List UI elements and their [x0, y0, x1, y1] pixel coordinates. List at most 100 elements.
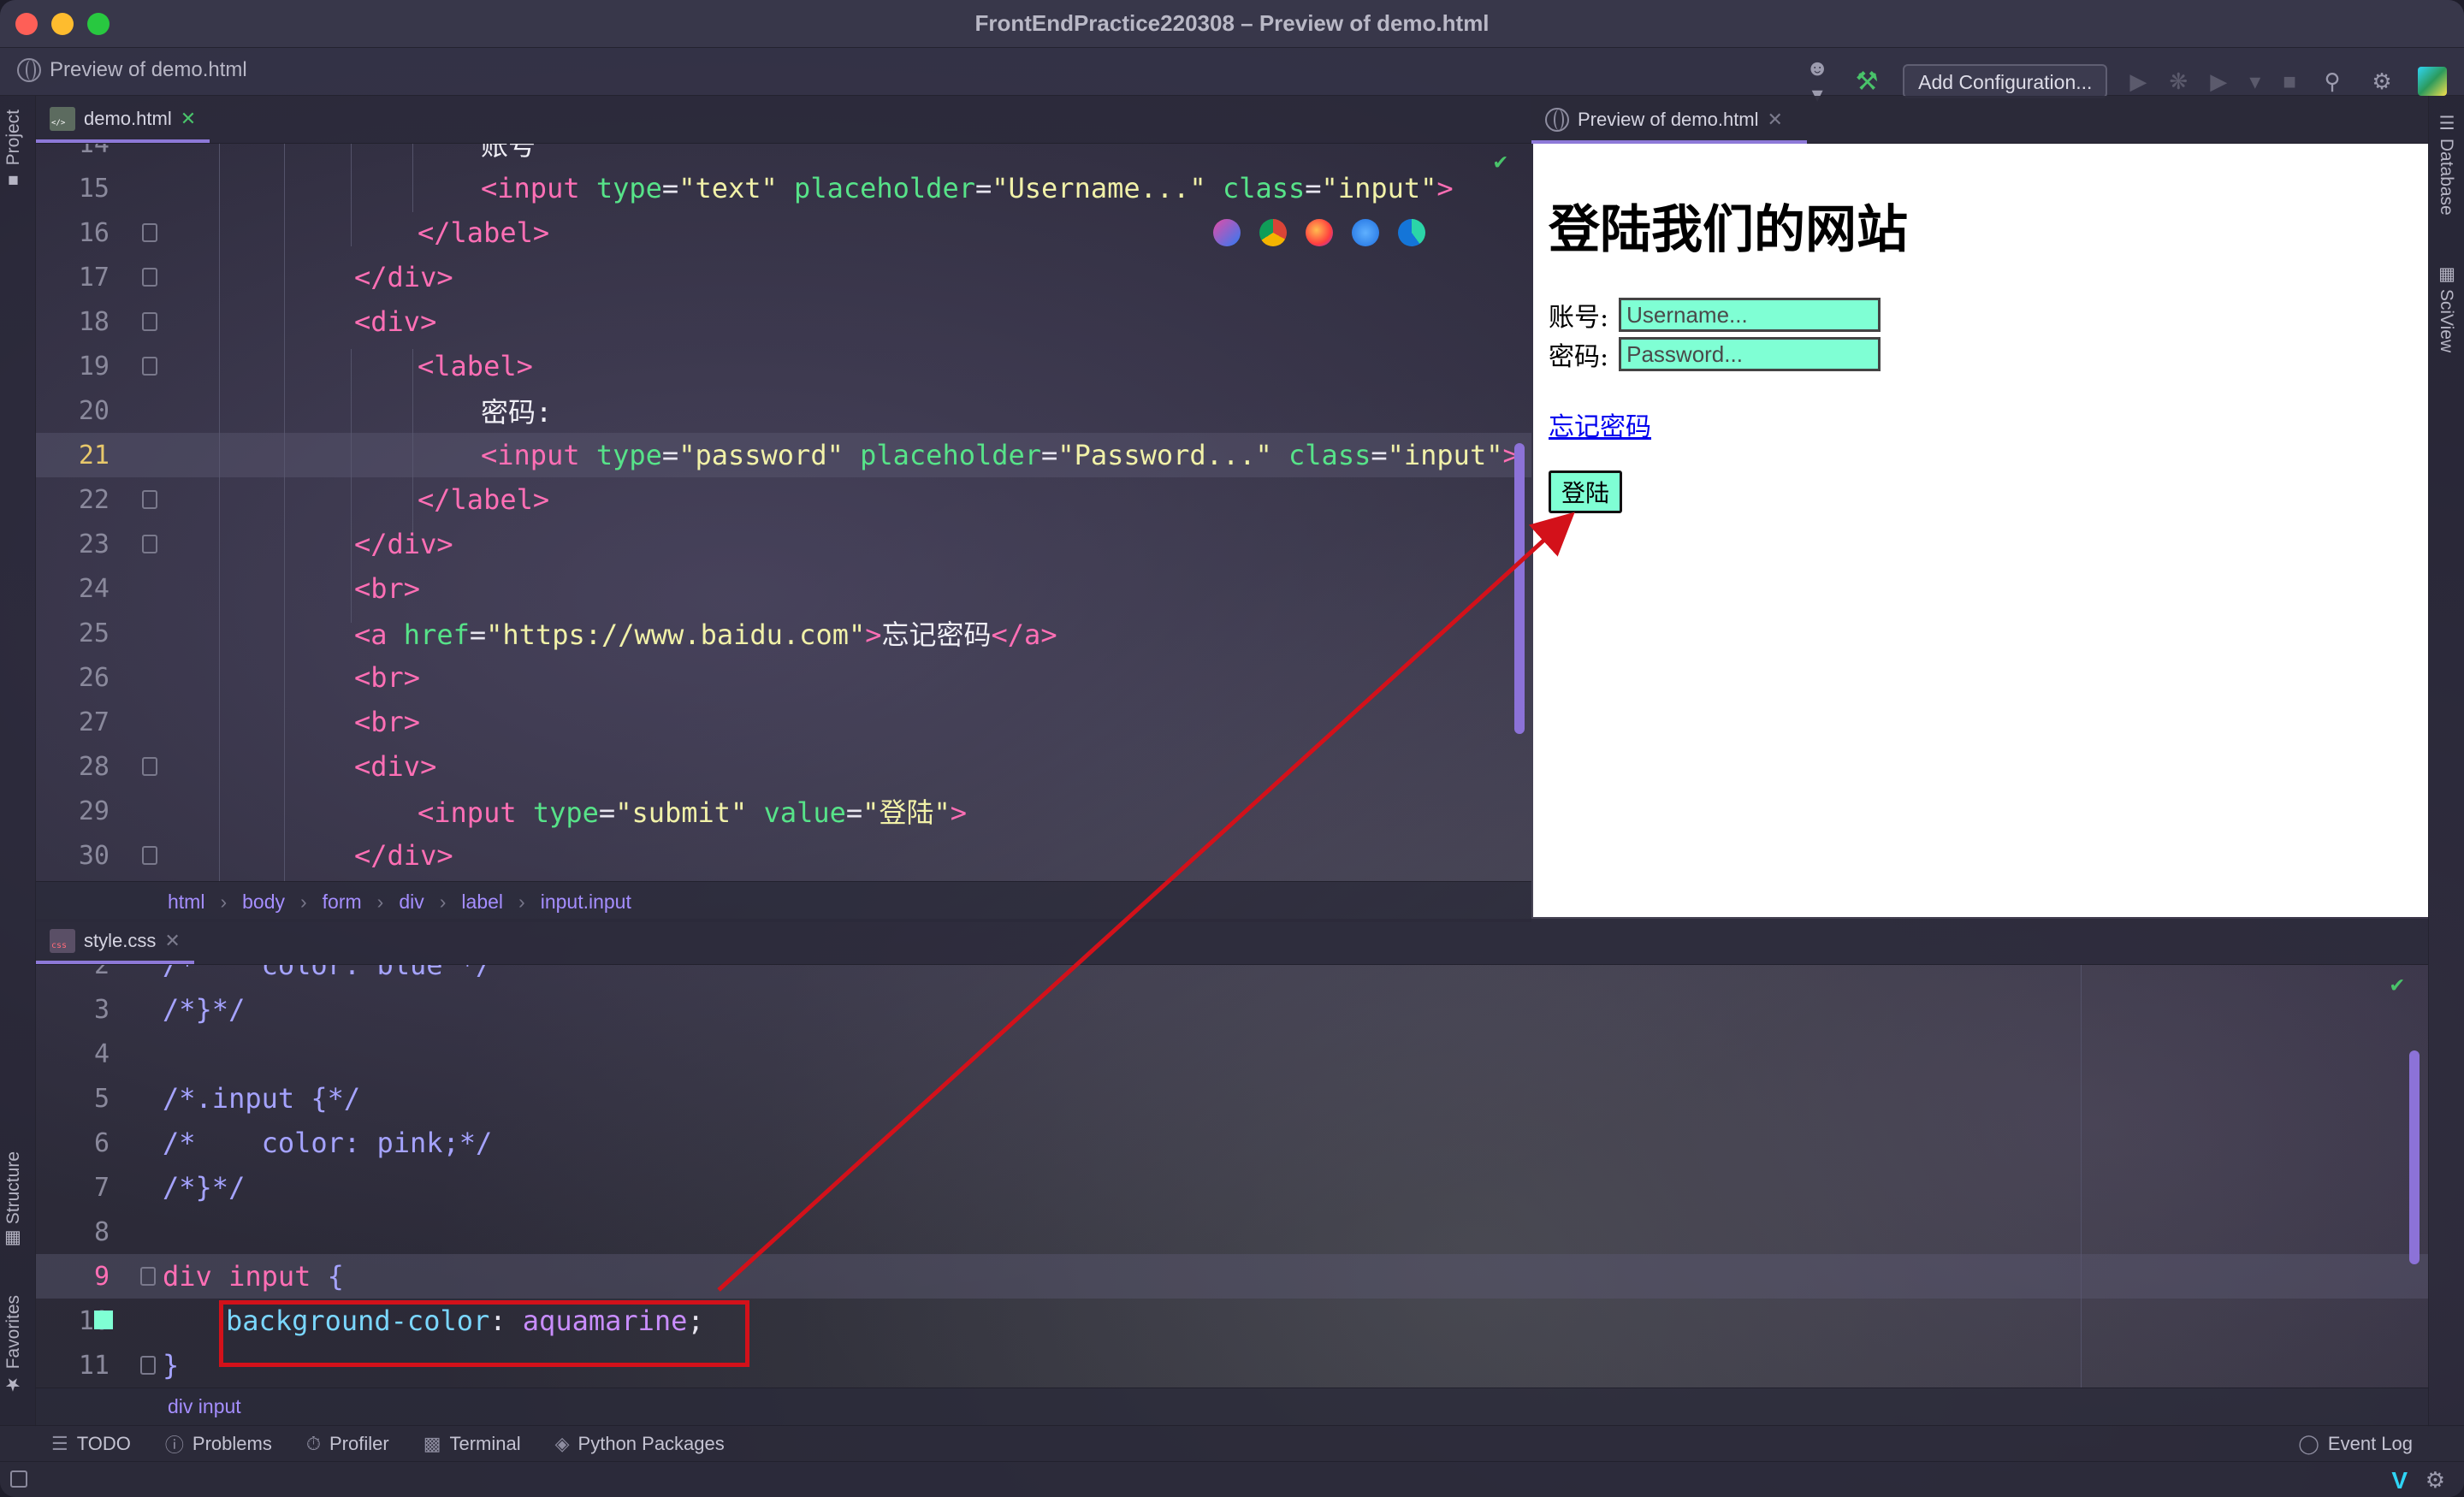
fold-marker-icon[interactable]: [142, 357, 157, 376]
close-tab-icon[interactable]: ✕: [181, 108, 196, 130]
close-window-button[interactable]: [15, 13, 38, 35]
fold-marker-icon[interactable]: [142, 268, 157, 287]
structure-tool-button[interactable]: ▦ Structure: [3, 1151, 24, 1250]
chevron-right-icon: ›: [518, 891, 525, 913]
jetbrains-browser-icon[interactable]: [1213, 219, 1241, 246]
breadcrumb-item[interactable]: input.input: [541, 891, 631, 914]
password-label: 密码:: [1549, 342, 1609, 372]
zoom-window-button[interactable]: [87, 13, 110, 35]
code-text: </label>: [418, 483, 550, 516]
inspection-ok-icon[interactable]: ✔: [1494, 149, 1507, 175]
close-tab-icon[interactable]: ✕: [164, 930, 180, 952]
project-label: Project: [3, 109, 23, 166]
search-icon[interactable]: ⚲: [2319, 68, 2346, 95]
html-editor[interactable]: 14 账号 15 <input type="text" placeholder=…: [36, 144, 1531, 881]
code-text: /*.input {*/: [163, 1082, 361, 1115]
favorites-tool-button[interactable]: ★ Favorites: [3, 1295, 24, 1394]
code-line: 14 账号: [36, 144, 1531, 166]
left-tool-strip: ■ Project ▦ Structure ★ Favorites: [0, 96, 36, 1427]
event-log-button[interactable]: ◯ Event Log: [2298, 1433, 2413, 1455]
more-run-icon[interactable]: ▾: [2249, 68, 2260, 95]
breadcrumb-item[interactable]: div: [399, 891, 424, 914]
breadcrumb-item[interactable]: label: [461, 891, 503, 914]
editor-scrollbar[interactable]: [1514, 443, 1525, 734]
breadcrumb-item[interactable]: body: [242, 891, 285, 914]
layers-icon: ◈: [554, 1432, 570, 1454]
database-icon: ☰: [2437, 113, 2456, 139]
chrome-icon[interactable]: [1259, 219, 1287, 246]
vue-icon[interactable]: V: [2391, 1467, 2408, 1494]
breadcrumb-item[interactable]: form: [323, 891, 362, 914]
css-editor-scrollbar[interactable]: [2409, 1050, 2420, 1264]
hammer-icon[interactable]: ⚒: [1853, 67, 1881, 97]
fold-marker-icon[interactable]: [142, 490, 157, 509]
fold-marker-icon[interactable]: [140, 1356, 156, 1375]
breadcrumb-item[interactable]: div input: [168, 1395, 241, 1418]
stop-icon[interactable]: ■: [2283, 68, 2296, 95]
code-text: </div>: [354, 528, 453, 560]
profiler-label: Profiler: [329, 1432, 389, 1454]
add-configuration-button[interactable]: Add Configuration...: [1903, 64, 2108, 98]
fold-marker-icon[interactable]: [142, 757, 157, 776]
close-tab-icon[interactable]: ✕: [1768, 109, 1783, 131]
problems-label: Problems: [192, 1432, 272, 1454]
python-packages-tool-button[interactable]: ◈ Python Packages: [555, 1433, 725, 1455]
edge-icon[interactable]: [1398, 219, 1425, 246]
color-swatch-icon[interactable]: [94, 1311, 113, 1329]
breadcrumb-item[interactable]: html: [168, 891, 204, 914]
browser-preview-icons: [1213, 219, 1425, 246]
sciview-tool-button[interactable]: ▦ SciView: [2436, 263, 2456, 352]
fold-marker-icon[interactable]: [140, 1267, 156, 1286]
line-number: 22: [78, 484, 110, 515]
problems-tool-button[interactable]: ⓘ Problems: [165, 1430, 272, 1458]
terminal-tool-button[interactable]: ▩ Terminal: [424, 1433, 521, 1455]
line-number: 19: [78, 351, 110, 382]
tab-preview[interactable]: Preview of demo.html ✕: [1531, 96, 1807, 144]
fold-marker-icon[interactable]: [142, 312, 157, 331]
code-text: /* color: blue */: [163, 965, 493, 981]
code-text: 密码:: [481, 396, 553, 429]
preview-heading: 登陆我们的网站: [1549, 200, 1908, 260]
browser-preview: 登陆我们的网站 账号: Username... 密码: Password... …: [1533, 144, 2428, 917]
bottom-tool-bar: ☰ TODO ⓘ Problems ⏱ Profiler ▩ Terminal ◈ Pyt…: [0, 1425, 2464, 1461]
code-line: 4: [36, 1032, 2428, 1076]
star-icon: ★: [3, 1374, 23, 1395]
tab-demo-html[interactable]: demo.html ✕: [36, 95, 210, 143]
main-toolbar: Preview of demo.html ☻▾ ⚒ Add Configurat…: [0, 48, 2464, 107]
password-input[interactable]: Password...: [1619, 337, 1881, 371]
title-bar: FrontEndPractice220308 – Preview of demo…: [0, 0, 2464, 48]
inspection-ok-icon[interactable]: ✔: [2390, 972, 2404, 997]
profiler-tool-button[interactable]: ⏱ Profiler: [306, 1433, 389, 1455]
gear-icon[interactable]: ⚙: [2426, 1467, 2445, 1494]
fold-marker-icon[interactable]: [142, 535, 157, 553]
forgot-password-link[interactable]: 忘记密码: [1549, 405, 1651, 443]
login-submit-button[interactable]: 登陆: [1549, 470, 1622, 513]
chevron-right-icon: ›: [439, 891, 447, 913]
nav-breadcrumb-label: Preview of demo.html: [50, 58, 247, 81]
project-tool-button[interactable]: ■ Project: [3, 109, 24, 190]
username-input[interactable]: Username...: [1619, 298, 1881, 332]
coverage-icon[interactable]: ▶: [2210, 68, 2227, 95]
firefox-icon[interactable]: [1306, 219, 1333, 246]
jetbrains-logo[interactable]: [2418, 67, 2447, 96]
line-number: 5: [93, 1083, 110, 1114]
debug-icon[interactable]: ❋: [2169, 68, 2188, 95]
todo-tool-button[interactable]: ☰ TODO: [51, 1433, 131, 1455]
line-number: 25: [78, 618, 110, 648]
annotation-highlight-box: [219, 1300, 749, 1367]
css-breadcrumbs: div input: [36, 1388, 2428, 1425]
code-line: 19 <label>: [36, 344, 1531, 388]
layout-toggle-icon[interactable]: [10, 1470, 27, 1488]
code-text: </div>: [354, 261, 453, 293]
gear-icon[interactable]: ⚙: [2368, 68, 2396, 95]
fold-marker-icon[interactable]: [142, 846, 157, 865]
nav-breadcrumb[interactable]: Preview of demo.html: [17, 58, 247, 82]
tab-style-css[interactable]: style.css ✕: [36, 918, 194, 964]
run-icon[interactable]: ▶: [2129, 68, 2147, 95]
fold-marker-icon[interactable]: [142, 223, 157, 242]
minimize-window-button[interactable]: [51, 13, 74, 35]
sciview-icon: ▦: [2437, 263, 2456, 289]
safari-icon[interactable]: [1352, 219, 1379, 246]
preview-tabbar: Preview of demo.html ✕: [1531, 96, 2428, 144]
database-tool-button[interactable]: ☰ Database: [2436, 113, 2456, 216]
